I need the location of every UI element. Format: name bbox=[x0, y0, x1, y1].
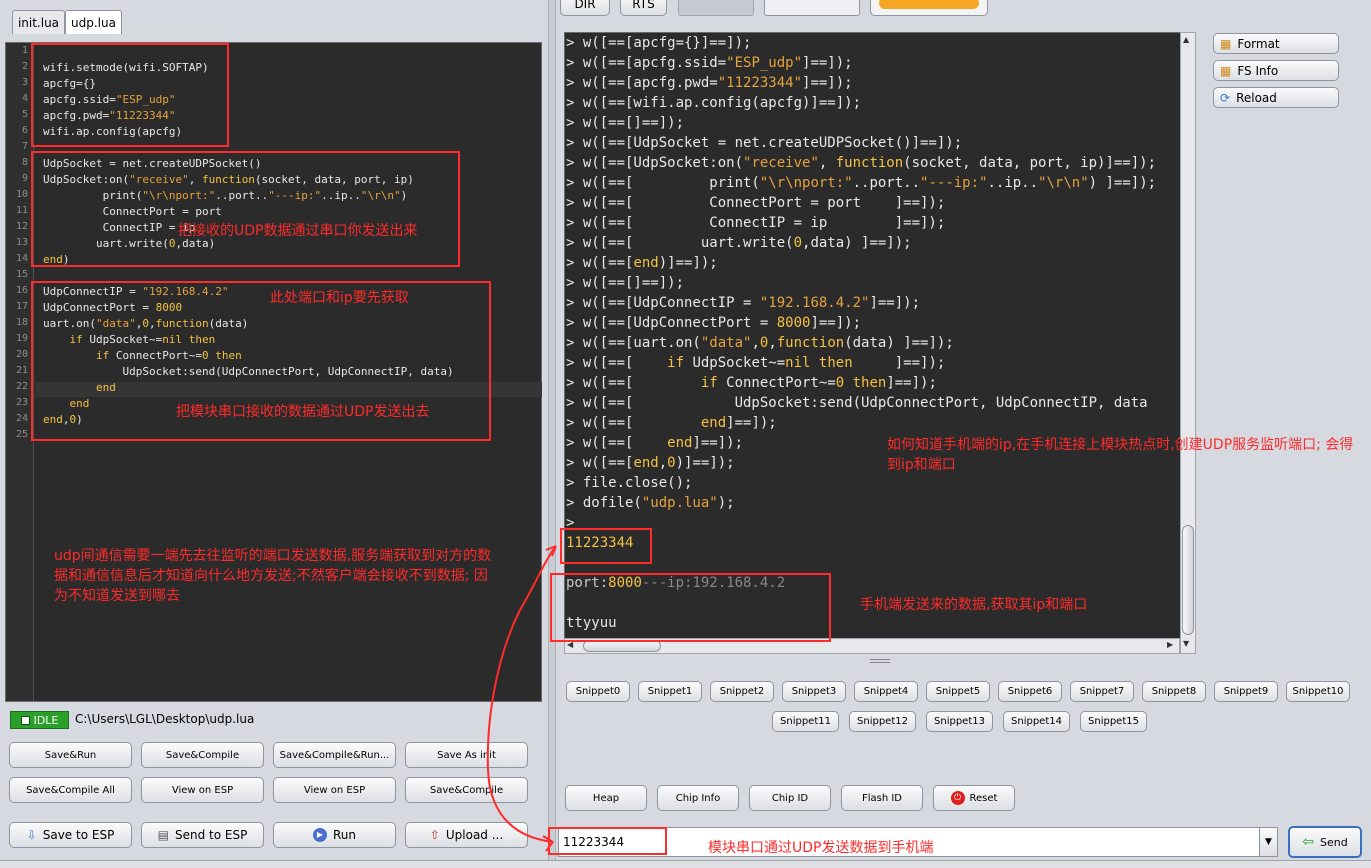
annotation-arrow bbox=[486, 545, 557, 852]
